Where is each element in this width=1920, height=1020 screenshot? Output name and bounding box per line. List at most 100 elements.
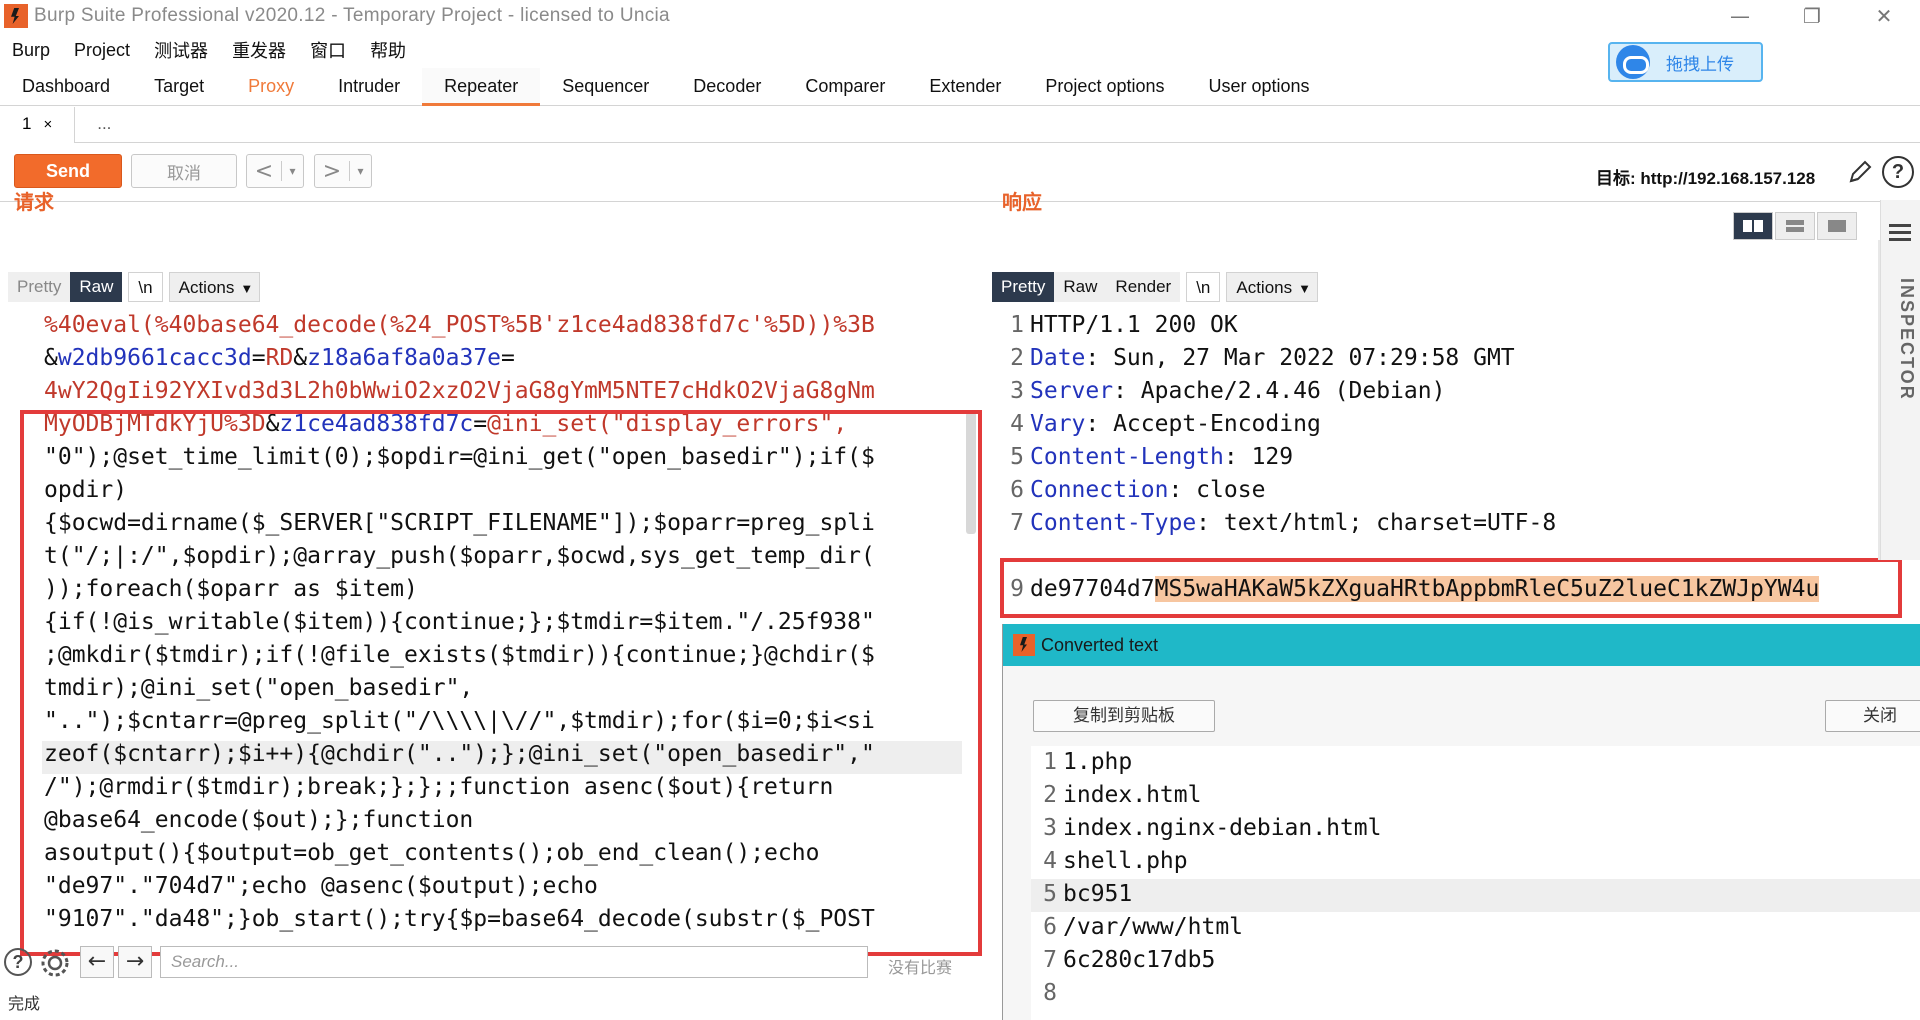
- menu-project[interactable]: Project: [74, 40, 130, 61]
- inspector-panel[interactable]: INSPECTOR: [1880, 200, 1920, 560]
- header-value: : 129: [1223, 444, 1294, 470]
- response-line: 5 Content-Length: 129: [1002, 441, 1556, 474]
- match-count: 没有比赛: [888, 960, 953, 977]
- converted-line: 7 6c280c17db5: [1035, 944, 1382, 977]
- line-number: 7: [1010, 510, 1024, 536]
- request-token: RD: [265, 345, 294, 371]
- tab-proxy[interactable]: Proxy: [226, 68, 316, 106]
- close-button[interactable]: 关闭: [1825, 700, 1920, 732]
- header-value: : close: [1168, 477, 1266, 503]
- actions-label: Actions: [178, 278, 235, 297]
- back-dropdown-icon[interactable]: ▾: [281, 161, 303, 181]
- search-input[interactable]: Search...: [160, 946, 868, 978]
- menu-repeater-cn[interactable]: 重发器: [232, 37, 286, 63]
- menu-intruder-cn[interactable]: 测试器: [154, 37, 208, 63]
- converted-line-text: 6c280c17db5: [1063, 947, 1216, 973]
- help-icon[interactable]: ?: [1882, 156, 1914, 188]
- converted-text-window: Converted text 复制到剪贴板 关闭 1 1.php 2 index.ht…: [1002, 624, 1920, 1020]
- converted-line-text: 1.php: [1063, 749, 1133, 775]
- response-view-tabs: Pretty Raw Render \n Actions ▼: [992, 271, 1318, 303]
- header-value: : text/html; charset=UTF-8: [1196, 510, 1557, 536]
- copy-to-clipboard-button[interactable]: 复制到剪贴板: [1033, 700, 1215, 732]
- close-window-button[interactable]: ✕: [1848, 0, 1920, 32]
- request-line: 4wY2QgIi92YXIvd3d3L2h0bWwiO2xzO2VjaG8gYm…: [44, 375, 875, 408]
- tab-repeater[interactable]: Repeater: [422, 68, 541, 106]
- header-name: Vary: [1030, 411, 1086, 437]
- prev-match-button[interactable]: ←: [80, 946, 114, 978]
- line-number: 1: [1010, 312, 1024, 338]
- menu-window[interactable]: 窗口: [310, 37, 346, 63]
- tab-decoder[interactable]: Decoder: [671, 68, 783, 106]
- next-match-button[interactable]: →: [118, 946, 152, 978]
- tab-sequencer[interactable]: Sequencer: [540, 68, 671, 106]
- tool-tabs: Dashboard Target Proxy Intruder Repeater…: [0, 68, 1920, 106]
- response-actions-dropdown[interactable]: Actions ▼: [1226, 272, 1318, 302]
- tab-extender[interactable]: Extender: [907, 68, 1023, 106]
- hamburger-icon[interactable]: [1889, 224, 1911, 245]
- converted-line-text: index.nginx-debian.html: [1063, 815, 1382, 841]
- response-line: 2 Date: Sun, 27 Mar 2022 07:29:58 GMT: [1002, 342, 1556, 375]
- tab-user-options[interactable]: User options: [1187, 68, 1332, 106]
- tab-pretty[interactable]: Pretty: [8, 272, 71, 302]
- header-value: : Accept-Encoding: [1085, 411, 1321, 437]
- split-horizontal-icon[interactable]: [1733, 212, 1773, 240]
- tab-dashboard[interactable]: Dashboard: [0, 68, 132, 106]
- header-name: Content-Type: [1030, 510, 1197, 536]
- request-actions-dropdown[interactable]: Actions ▼: [168, 272, 261, 302]
- title-bar: Burp Suite Professional v2020.12 - Tempo…: [0, 0, 1920, 32]
- repeater-tab-1[interactable]: 1 ×: [0, 107, 76, 143]
- line-number: 1: [1043, 749, 1057, 775]
- burp-logo-icon: [1013, 634, 1035, 656]
- menu-burp[interactable]: Burp: [12, 40, 50, 61]
- split-vertical-icon[interactable]: [1775, 212, 1815, 240]
- tab-newline[interactable]: \n: [1186, 272, 1221, 302]
- back-arrow-icon: <: [254, 158, 274, 184]
- restore-button[interactable]: ❐: [1776, 0, 1848, 32]
- tab-project-options[interactable]: Project options: [1023, 68, 1186, 106]
- response-editor[interactable]: 1 HTTP/1.1 200 OK 2 Date: Sun, 27 Mar 2022 …: [1002, 309, 1556, 540]
- header-value: : Sun, 27 Mar 2022 07:29:58 GMT: [1085, 345, 1515, 371]
- tab-intruder[interactable]: Intruder: [316, 68, 422, 106]
- request-token: &: [293, 345, 308, 371]
- tab-raw[interactable]: Raw: [1054, 272, 1107, 302]
- forward-button[interactable]: > ▾: [314, 154, 372, 188]
- window-controls: — ❐ ✕: [1704, 0, 1920, 32]
- menu-help[interactable]: 帮助: [370, 37, 406, 63]
- tab-comparer[interactable]: Comparer: [783, 68, 907, 106]
- header-value: : Apache/2.4.46 (Debian): [1113, 378, 1446, 404]
- header-name: Date: [1030, 345, 1086, 371]
- converted-line: 5 bc951: [1035, 878, 1382, 911]
- chevron-down-icon: ▼: [1298, 281, 1311, 296]
- tabs-view-icon[interactable]: [1817, 212, 1857, 240]
- new-tab-button[interactable]: ...: [75, 107, 133, 143]
- request-search-bar: ? ← → Search... 没有比赛: [0, 942, 980, 982]
- cancel-button[interactable]: 取消: [131, 154, 237, 188]
- forward-dropdown-icon[interactable]: ▾: [349, 161, 371, 181]
- line-number: 2: [1043, 782, 1057, 808]
- back-button[interactable]: < ▾: [246, 154, 304, 188]
- response-line: 3 Server: Apache/2.4.46 (Debian): [1002, 375, 1556, 408]
- help-circle-icon[interactable]: ?: [4, 948, 32, 976]
- minimize-button[interactable]: —: [1704, 0, 1776, 32]
- tab-target[interactable]: Target: [132, 68, 226, 106]
- converted-line-text: bc951: [1063, 881, 1133, 907]
- tab-newline[interactable]: \n: [128, 272, 163, 302]
- request-token: =: [501, 345, 515, 371]
- status-text: 完成: [8, 996, 41, 1013]
- tab-pretty[interactable]: Pretty: [992, 272, 1055, 302]
- line-number: 6: [1010, 477, 1024, 503]
- line-number: 4: [1043, 848, 1057, 874]
- line-number: 4: [1010, 411, 1024, 437]
- repeater-tabs: 1 × ...: [0, 107, 1920, 143]
- send-button[interactable]: Send: [14, 154, 122, 188]
- request-view-tabs: Pretty Raw \n Actions ▼: [8, 271, 261, 303]
- pencil-icon[interactable]: [1846, 158, 1874, 186]
- request-token: z18a6af8a0a37e: [307, 345, 502, 371]
- converted-line-text: shell.php: [1063, 848, 1188, 874]
- tab-raw[interactable]: Raw: [70, 272, 123, 302]
- response-line: 7 Content-Type: text/html; charset=UTF-8: [1002, 507, 1556, 540]
- close-tab-icon[interactable]: ×: [43, 116, 52, 133]
- line-number: 6: [1043, 914, 1057, 940]
- gear-icon[interactable]: [38, 946, 72, 980]
- tab-render[interactable]: Render: [1106, 272, 1181, 302]
